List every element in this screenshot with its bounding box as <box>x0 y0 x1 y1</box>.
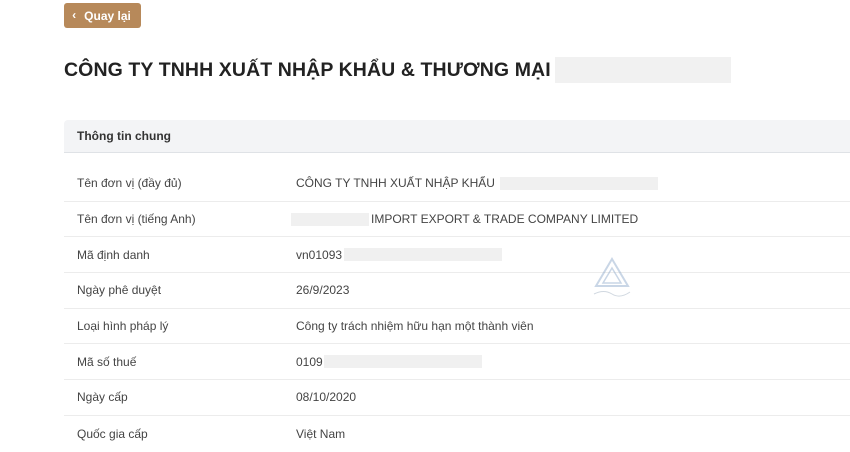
info-row-issuing-country: Quốc gia cấp Việt Nam <box>64 416 850 452</box>
row-value: 08/10/2020 <box>296 390 357 405</box>
row-label: Tên đơn vị (đầy đủ) <box>77 176 182 191</box>
row-value: Việt Nam <box>296 426 346 441</box>
row-value: Công ty trách nhiệm hữu hạn một thành vi… <box>296 319 534 334</box>
row-label: Tên đơn vị (tiếng Anh) <box>77 212 196 227</box>
back-button-label: Quay lại <box>84 8 131 23</box>
info-row-english-name: Tên đơn vị (tiếng Anh) IMPORT EXPORT & T… <box>64 202 850 238</box>
section-title: Thông tin chung <box>77 129 171 143</box>
redacted-block <box>554 57 731 83</box>
chevron-left-icon: ‹ <box>72 7 77 22</box>
row-label: Ngày phê duyệt <box>77 283 162 298</box>
row-value: CÔNG TY TNHH XUẤT NHẬP KHẨU <box>296 176 658 190</box>
redacted-block <box>344 248 503 262</box>
redacted-block <box>291 212 369 226</box>
back-button[interactable]: ‹ Quay lại <box>64 3 141 28</box>
info-row-approval-date: Ngày phê duyệt 26/9/2023 <box>64 273 850 309</box>
row-value: IMPORT EXPORT & TRADE COMPANY LIMITED <box>291 212 638 226</box>
row-value-text: 0109 <box>296 354 323 369</box>
row-value-text: vn01093 <box>296 247 343 262</box>
row-value: 26/9/2023 <box>296 283 350 298</box>
row-label: Mã số thuế <box>77 354 137 369</box>
info-row-tax-code: Mã số thuế 0109 <box>64 344 850 381</box>
row-value-text: CÔNG TY TNHH XUẤT NHẬP KHẨU <box>296 176 495 191</box>
page-title: CÔNG TY TNHH XUẤT NHẬP KHẨU & THƯƠNG MẠI <box>64 58 551 81</box>
row-label: Quốc gia cấp <box>77 426 148 441</box>
redacted-block <box>499 176 658 190</box>
section-header: Thông tin chung <box>64 120 850 153</box>
watermark-logo <box>593 257 631 297</box>
row-value: vn01093 <box>296 247 503 262</box>
row-value: 0109 <box>296 355 482 369</box>
info-row-legal-type: Loại hình pháp lý Công ty trách nhiệm hữ… <box>64 309 850 345</box>
row-label: Ngày cấp <box>77 390 128 405</box>
page-header: CÔNG TY TNHH XUẤT NHẬP KHẨU & THƯƠNG MẠI <box>64 57 731 83</box>
row-value-text: IMPORT EXPORT & TRADE COMPANY LIMITED <box>371 212 639 227</box>
row-label: Mã định danh <box>77 247 150 262</box>
info-table: Tên đơn vị (đầy đủ) CÔNG TY TNHH XUẤT NH… <box>64 166 850 452</box>
redacted-block <box>323 355 482 369</box>
row-label: Loại hình pháp lý <box>77 319 169 334</box>
info-row-full-name: Tên đơn vị (đầy đủ) CÔNG TY TNHH XUẤT NH… <box>64 166 850 202</box>
info-row-issue-date: Ngày cấp 08/10/2020 <box>64 380 850 416</box>
info-row-identifier: Mã định danh vn01093 <box>64 237 850 274</box>
